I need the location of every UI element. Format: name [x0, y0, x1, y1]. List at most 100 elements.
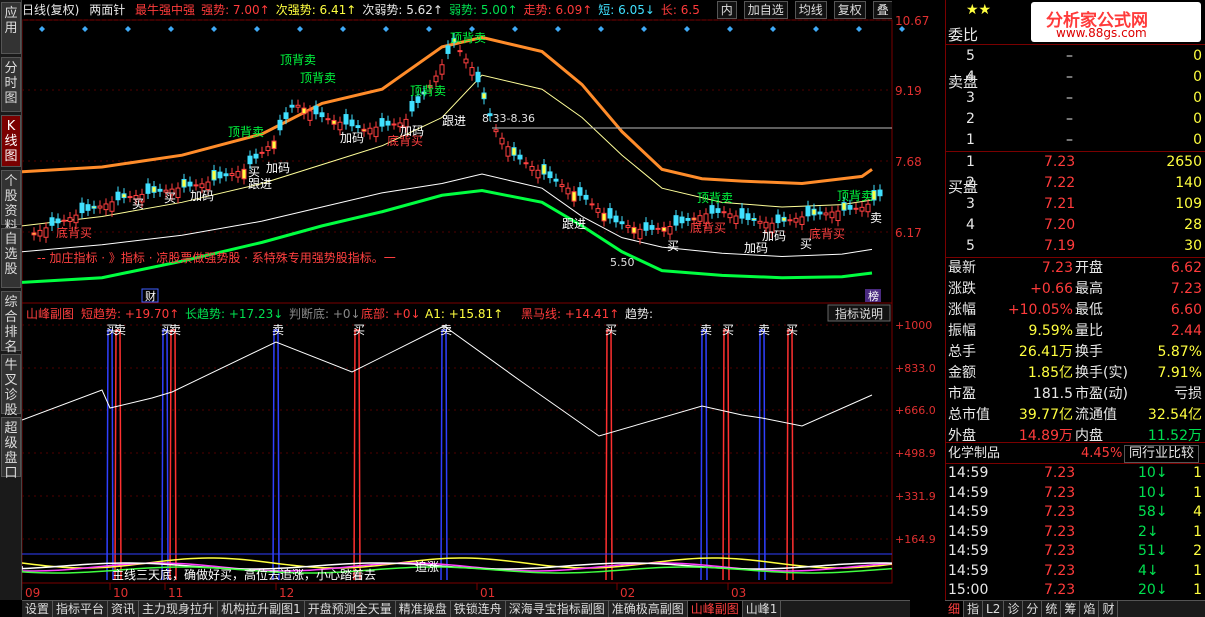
bottom-tab-5[interactable]: 开盘预测全天量 [304, 601, 396, 617]
candle-body [91, 205, 97, 209]
sub-indicator-2: 判断底: +0↓ [289, 306, 361, 321]
order-ratio-title: 委比 [948, 26, 979, 44]
trade-signal-label: 顶背卖 [300, 71, 336, 85]
trade-signal-label: 跟进 [442, 114, 466, 128]
candle-body [481, 92, 487, 100]
tick-row: 14:59 7.23 4↓ 1 [948, 562, 1202, 579]
trade-signal-label: 跟进 [562, 217, 586, 231]
candle-body [595, 208, 601, 213]
bottom-tab-2[interactable]: 资讯 [108, 601, 140, 617]
right-bottom-tab-2[interactable]: L2 [983, 601, 1005, 617]
bottom-tab-0[interactable]: 设置 [22, 601, 54, 617]
candle-body [823, 212, 829, 216]
bottom-tab-10[interactable]: 山峰副图 [687, 601, 743, 617]
bid-row[interactable]: 4 7.20 28 [946, 215, 1205, 236]
price-axis-label: 6.17 [895, 226, 922, 240]
bottom-tab-11[interactable]: 山峰1 [742, 601, 782, 617]
sub-signal-label: 卖 [169, 323, 181, 337]
candle-body [355, 125, 361, 129]
right-bottom-tab-4[interactable]: 分 [1023, 601, 1043, 617]
signal-diamond [125, 26, 131, 32]
bid-row[interactable]: 2 7.22 140 [946, 173, 1205, 194]
tick-row: 14:59 7.23 58↓ 4 [948, 504, 1202, 520]
bid-row[interactable]: 3 7.21 109 [946, 194, 1205, 215]
bid-row[interactable]: 5 7.19 30 [946, 236, 1205, 257]
ask-row[interactable]: 3 – 0 [946, 88, 1205, 109]
sub-axis-label: +666.0 [895, 404, 936, 417]
ask-row[interactable]: 1 – 0 [946, 130, 1205, 151]
date-axis-label: 03 [731, 586, 746, 600]
signal-diamond [168, 26, 174, 32]
bottom-tab-3[interactable]: 主力现身拉升 [139, 601, 219, 617]
stat-row: 总市值 39.77亿 流通值 32.54亿 [948, 407, 1202, 423]
trade-signal-label: 顶背卖 [280, 53, 316, 67]
signal-diamond [770, 26, 776, 32]
sub-spike [700, 329, 708, 581]
bid-row[interactable]: 1 7.23 2650 [946, 152, 1205, 173]
candle-body [31, 232, 37, 236]
stars-icon: ★★ [966, 2, 992, 18]
candle-body [793, 217, 799, 223]
candle-body [721, 211, 727, 214]
bottom-tab-1[interactable]: 指标平台 [53, 601, 109, 617]
trade-signal-label: 买 [800, 237, 812, 251]
bottom-tab-6[interactable]: 精准操盘 [395, 601, 451, 617]
right-bottom-tab-7[interactable]: 焰 [1080, 601, 1100, 617]
down-arrow-icon: ↓ [1146, 523, 1159, 540]
candle-body [637, 228, 643, 240]
left-tab-5[interactable]: 综合排名 [1, 291, 21, 355]
candle-body [619, 221, 625, 225]
left-tab-1[interactable]: 分时图 [1, 57, 21, 112]
bottom-tab-8[interactable]: 深海寻宝指标副图 [505, 601, 609, 617]
right-bottom-tab-6[interactable]: 筹 [1061, 601, 1081, 617]
ask-row[interactable]: 2 – 0 [946, 109, 1205, 130]
right-bottom-tab-3[interactable]: 诊 [1004, 601, 1024, 617]
price-axis-label: 9.19 [895, 84, 922, 98]
candle-body [367, 127, 373, 135]
trade-signal-label: 顶背卖 [837, 189, 873, 203]
left-tab-3[interactable]: 个股资料 [1, 170, 21, 234]
sub-indicator-5: 黑马线: +14.41↑ [521, 307, 619, 321]
right-bottom-tab-5[interactable]: 统 [1042, 601, 1062, 617]
industry-compare-button[interactable]: 同行业比较 [1124, 445, 1200, 463]
left-tab-2[interactable]: K线图 [1, 115, 21, 167]
bottom-tab-9[interactable]: 准确极高副图 [608, 601, 688, 617]
left-tab-4[interactable]: 自选股 [1, 228, 21, 288]
candle-body [511, 147, 517, 156]
right-bottom-tab-0[interactable]: 细 [945, 601, 965, 617]
sub-zhui-label: 追涨 [415, 559, 439, 574]
candle-body [385, 120, 391, 126]
candle-body [445, 45, 451, 54]
signal-diamond [340, 26, 346, 32]
ask-row[interactable]: 4 – 0 [946, 67, 1205, 88]
ask-row[interactable]: 5 – 0 [946, 46, 1205, 67]
candle-body [193, 184, 199, 187]
candle-body [667, 226, 673, 235]
left-tab-7[interactable]: 超级盘口 [1, 417, 21, 481]
trade-signal-label: 加码 [190, 189, 214, 203]
candle-body [433, 75, 439, 83]
candle-body [535, 169, 541, 179]
low-price-label: 5.50 [610, 256, 635, 269]
signal-diamond [684, 26, 690, 32]
right-bottom-tab-8[interactable]: 财 [1099, 601, 1119, 617]
left-tab-6[interactable]: 牛叉诊股 [1, 354, 21, 418]
range-label: 8.33-8.36 [482, 112, 535, 125]
left-tab-0[interactable]: 应用 [1, 2, 21, 54]
signal-diamond [254, 26, 260, 32]
candle-body [373, 126, 379, 138]
signal-diamond [512, 26, 518, 32]
industry-row[interactable]: 化学制品 4.45% 同行业比较 [946, 443, 1205, 464]
sub-indicator-3: 底部: +0↓ [361, 306, 421, 321]
chart-area[interactable]: 10.679.197.686.178.33-8.365.50顶背卖顶背卖顶背卖顶… [22, 0, 945, 600]
signal-diamond [727, 26, 733, 32]
down-arrow-icon: ↓ [1146, 562, 1159, 579]
bottom-tab-7[interactable]: 铁锁连舟 [450, 601, 506, 617]
candle-body [757, 220, 763, 224]
bottom-tab-4[interactable]: 机构拉升副图1 [218, 601, 305, 617]
down-arrow-icon: ↓ [1155, 582, 1168, 598]
candle-body [319, 112, 325, 118]
candle-body [463, 58, 469, 64]
right-bottom-tab-1[interactable]: 指 [964, 601, 984, 617]
date-axis-label: 01 [480, 586, 495, 600]
